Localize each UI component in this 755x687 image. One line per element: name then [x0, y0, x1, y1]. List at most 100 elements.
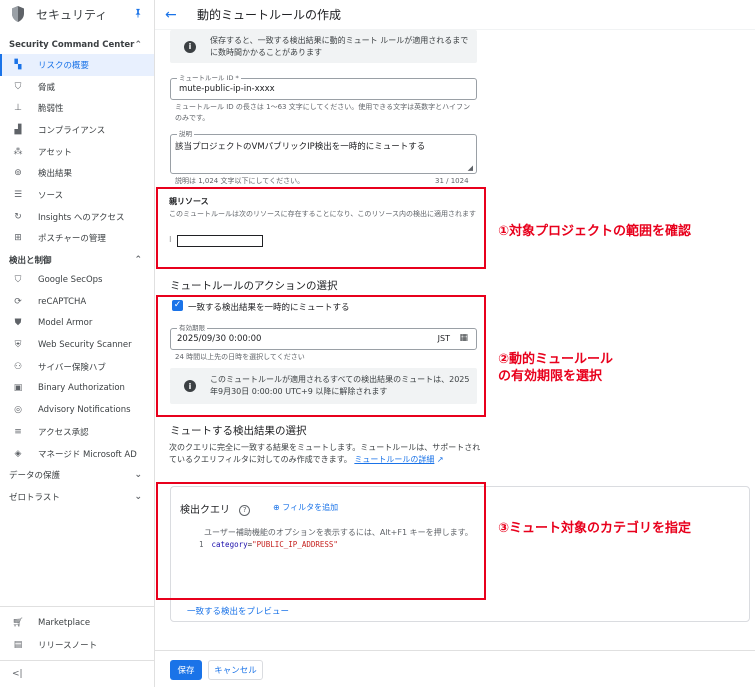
chevron-down-icon: ⌄	[134, 470, 142, 481]
section-zero-trust[interactable]: ゼロトラスト ⌄	[0, 486, 154, 508]
list-icon: ☰	[13, 189, 23, 200]
mute-rule-details-link[interactable]: ミュートルールの詳細	[354, 455, 434, 464]
people-icon: ⚇	[13, 361, 23, 372]
annotation-3: ③ミュート対象のカテゴリを指定	[498, 521, 692, 536]
annotation-box-action	[156, 295, 486, 417]
notification-icon: ◎	[14, 405, 22, 416]
sidebar-item-label: Binary Authorization	[38, 383, 125, 394]
info-icon: i	[184, 40, 196, 53]
sidebar-item-shield[interactable]: ⛉ 脅威	[0, 76, 154, 98]
chevron-up-icon: ⌃	[134, 254, 142, 265]
sidebar-item-grid[interactable]: ⊞ ポスチャーの管理	[0, 228, 154, 250]
sidebar-item-label: リスクの概要	[38, 60, 90, 71]
sidebar-item-label: Google SecOps	[38, 275, 103, 286]
sidebar-bottom: 🛒︎ Marketplace ▤ リリースノート <|	[0, 605, 154, 687]
sidebar-item-shield-check[interactable]: ⛊ Model Armor	[0, 313, 154, 335]
divider	[0, 605, 154, 607]
save-info-banner: i 保存すると、一致する検出結果に動的ミュート ルールが適用されるまでに数時間か…	[170, 30, 477, 63]
refresh-icon: ↻	[14, 211, 22, 222]
sidebar-item-ad[interactable]: ◈ マネージド Microsoft AD	[0, 443, 154, 465]
annotation-1: ①対象プロジェクトの範囲を確認	[498, 224, 692, 239]
shield-check-icon: ⛊	[14, 318, 22, 329]
notes-icon: ▤	[13, 640, 23, 651]
recaptcha-icon: ⟳	[14, 296, 22, 307]
ad-icon: ◈	[14, 448, 22, 459]
section-detection-control[interactable]: 検出と制御 ⌃	[0, 250, 154, 269]
preview-matches-link[interactable]: 一致する検出をプレビュー	[187, 605, 289, 617]
section-data-protection[interactable]: データの保護 ⌄	[0, 464, 154, 486]
external-link-icon[interactable]: ↗	[437, 455, 444, 464]
sidebar-item-bar-chart[interactable]: ▟ コンプライアンス	[0, 119, 154, 141]
page-title: 動的ミュートルールの作成	[197, 8, 342, 22]
sidebar-item-label: Web Security Scanner	[38, 340, 132, 351]
sidebar-item-label: reCAPTCHA	[38, 296, 87, 307]
sidebar-title: セキュリティ	[36, 7, 108, 22]
description-field[interactable]: 説明 該当プロジェクトのVMパブリックIP検出を一時的にミュートする ◢	[170, 130, 477, 174]
description-counter: 31 / 1024	[435, 177, 469, 185]
sidebar-item-download[interactable]: ⊥ 脆弱性	[0, 97, 154, 119]
dashboard-icon: ▚	[14, 59, 22, 70]
findings-section-title: ミュートする検出結果の選択	[170, 425, 307, 437]
sidebar-item-hierarchy[interactable]: ⁂ アセット	[0, 141, 154, 163]
sidebar-item-label: ソース	[38, 190, 64, 201]
description-hint: 説明は 1,024 文字以下にしてください。	[175, 177, 305, 185]
resize-handle-icon[interactable]: ◢	[468, 164, 473, 172]
sidebar-item-label: サイバー保険ハブ	[38, 362, 106, 373]
sidebar-item-label: Advisory Notifications	[38, 405, 131, 416]
cart-icon: 🛒︎	[12, 618, 24, 629]
sidebar-item-people[interactable]: ⚇ サイバー保険ハブ	[0, 356, 154, 378]
section-security-command-center[interactable]: Security Command Center ⌃	[0, 35, 154, 54]
shield-icon: ⛉	[14, 81, 22, 92]
sidebar-item-binary[interactable]: ▣ Binary Authorization	[0, 378, 154, 400]
approval-icon: ≡	[14, 426, 22, 437]
shield-outline-icon: ⛉	[14, 275, 22, 286]
sidebar-header: セキュリティ	[0, 0, 154, 28]
annotation-box-parent-resource	[156, 187, 486, 269]
annotation-box-query	[156, 482, 486, 600]
grid-icon: ⊞	[14, 233, 22, 244]
sidebar-item-release-notes[interactable]: ▤ リリースノート	[0, 634, 154, 656]
bar-chart-icon: ▟	[14, 124, 22, 135]
annotation-2: ②動的ミュールール の有効期限を選択	[498, 352, 614, 384]
sidebar-item-search-report[interactable]: ⊚ 検出結果	[0, 162, 154, 184]
chevron-down-icon: ⌄	[134, 492, 142, 503]
hierarchy-icon: ⁂	[13, 146, 23, 157]
sidebar-item-shield-web[interactable]: ⛨ Web Security Scanner	[0, 334, 154, 356]
sidebar-item-label: Insights へのアクセス	[38, 212, 125, 223]
sidebar-item-marketplace[interactable]: 🛒︎ Marketplace	[0, 613, 154, 635]
search-report-icon: ⊚	[14, 168, 22, 179]
mute-rule-id-field[interactable]: ミュートルール ID * mute-public-ip-in-xxxx	[170, 74, 477, 100]
footer-divider	[155, 650, 755, 651]
sidebar-item-recaptcha[interactable]: ⟳ reCAPTCHA	[0, 291, 154, 313]
cancel-button[interactable]: キャンセル	[208, 660, 263, 680]
download-icon: ⊥	[14, 103, 22, 114]
sidebar-item-label: アクセス承認	[38, 427, 89, 438]
collapse-sidebar-button[interactable]: <|	[0, 661, 154, 687]
sidebar-item-label: 脆弱性	[38, 104, 64, 115]
action-section-title: ミュートルールのアクションの選択	[170, 280, 338, 292]
sidebar-item-label: 検出結果	[38, 169, 73, 180]
security-shield-icon	[12, 6, 24, 22]
sidebar-item-shield-outline[interactable]: ⛉ Google SecOps	[0, 269, 154, 291]
sidebar-item-refresh[interactable]: ↻ Insights へのアクセス	[0, 206, 154, 228]
back-arrow-icon[interactable]: ←	[165, 7, 181, 23]
sidebar-item-label: 脅威	[38, 82, 56, 93]
page-header: ← 動的ミュートルールの作成	[155, 0, 755, 30]
sidebar-item-label: Model Armor	[38, 318, 93, 329]
sidebar-item-label: アセット	[38, 147, 72, 158]
sidebar-item-approval[interactable]: ≡ アクセス承認	[0, 421, 154, 443]
sidebar-item-dashboard[interactable]: ▚ リスクの概要	[0, 54, 154, 76]
sidebar-item-label: コンプライアンス	[38, 125, 106, 136]
binary-icon: ▣	[13, 383, 23, 394]
sidebar-item-list[interactable]: ☰ ソース	[0, 184, 154, 206]
chevron-up-icon: ⌃	[134, 39, 142, 50]
sidebar-item-notification[interactable]: ◎ Advisory Notifications	[0, 399, 154, 421]
mute-rule-id-hint: ミュートルール ID の長さは 1〜63 文字にしてください。使用できる文字は英…	[175, 103, 471, 122]
sidebar-item-label: マネージド Microsoft AD	[38, 449, 137, 460]
sidebar-item-label: ポスチャーの管理	[38, 234, 106, 245]
pin-icon[interactable]	[132, 8, 144, 20]
sidebar: セキュリティ Security Command Center ⌃ ▚ リスクの概要…	[0, 0, 155, 687]
save-button[interactable]: 保存	[170, 660, 202, 680]
findings-desc: 次のクエリに完全に一致する結果をミュートします。ミュートルールは、サポートされて…	[169, 443, 481, 464]
shield-web-icon: ⛨	[14, 340, 22, 351]
